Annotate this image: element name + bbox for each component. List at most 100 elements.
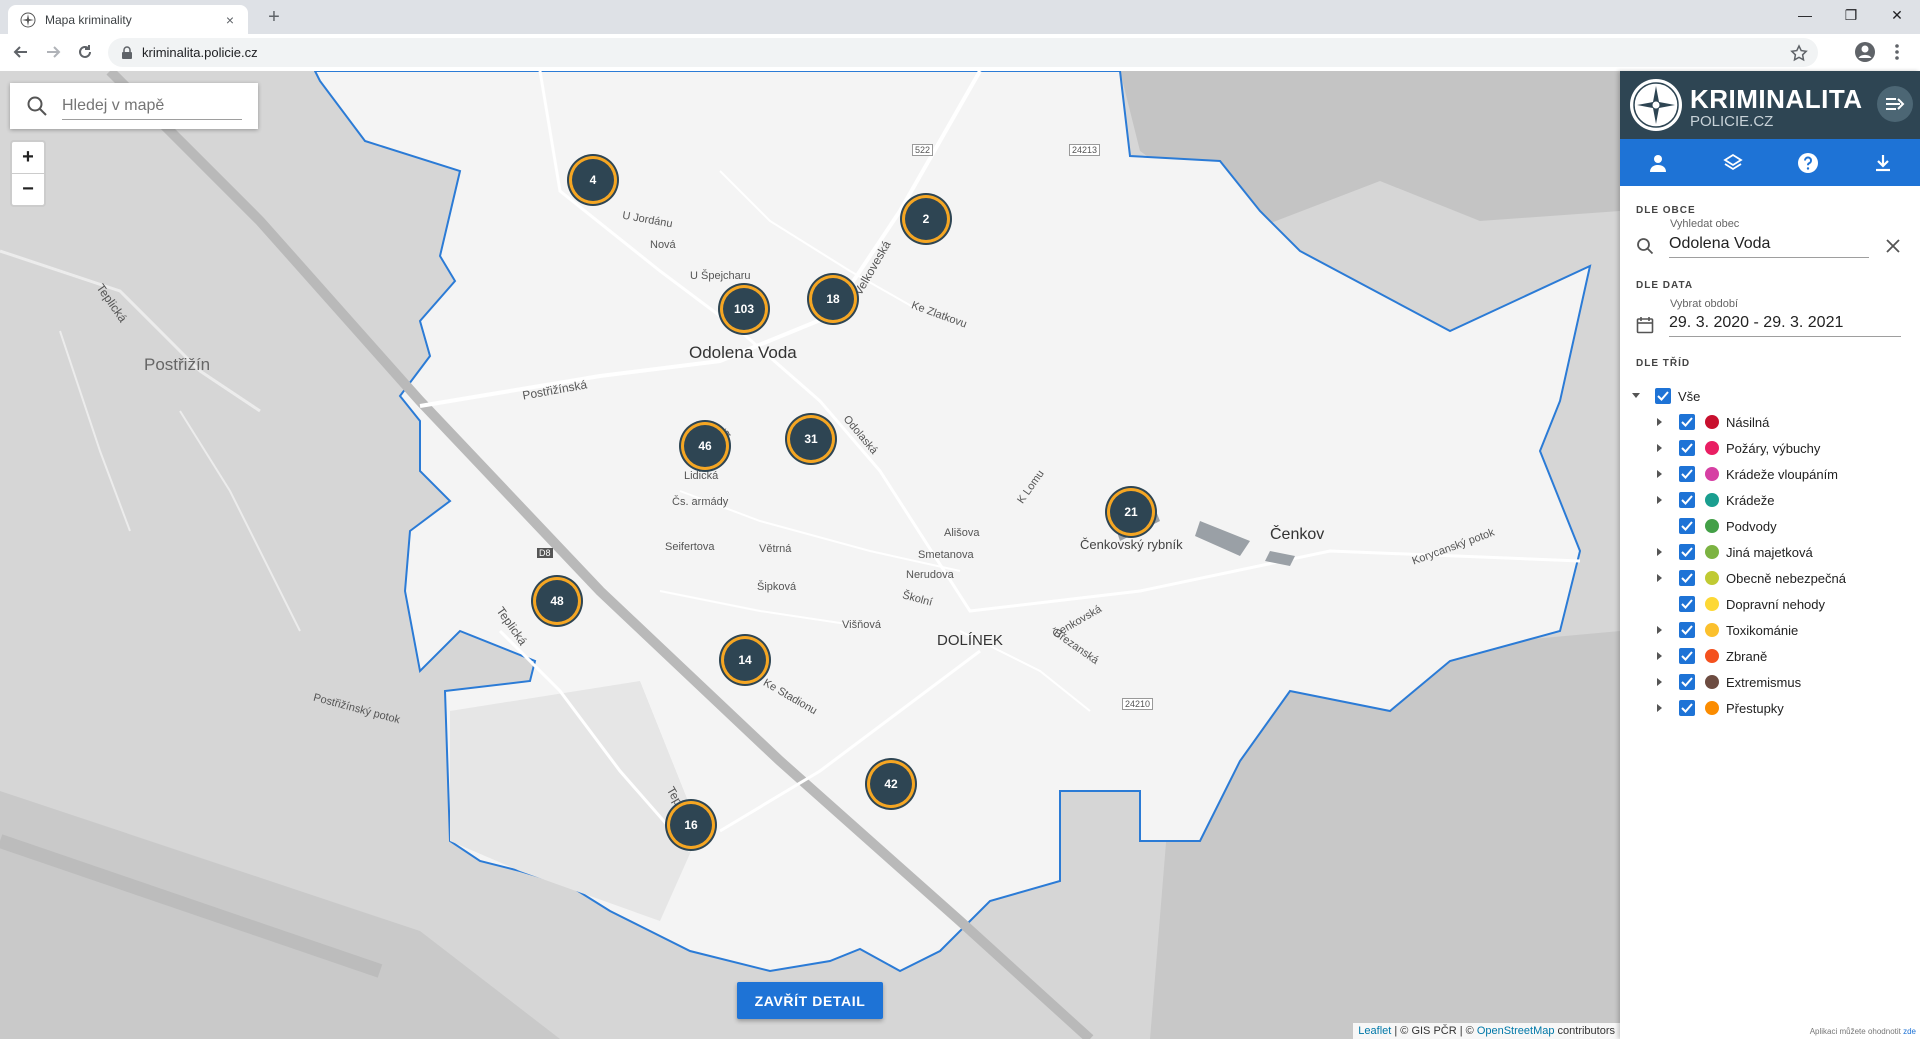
map-search-input[interactable] xyxy=(62,92,242,120)
crime-cluster[interactable]: 14 xyxy=(724,639,766,681)
crime-cluster[interactable]: 2 xyxy=(905,198,947,240)
minimize-button[interactable]: — xyxy=(1782,0,1828,30)
obec-input[interactable]: Odolena Voda xyxy=(1669,235,1869,258)
tab-layers[interactable] xyxy=(1695,139,1770,186)
caret-right-icon[interactable] xyxy=(1654,598,1666,610)
zoom-in-button[interactable]: + xyxy=(12,142,44,174)
crime-cluster[interactable]: 21 xyxy=(1110,491,1152,533)
category-row[interactable]: Toxikománie xyxy=(1630,617,1920,643)
caret-right-icon[interactable] xyxy=(1654,702,1666,714)
rating-link[interactable]: zde xyxy=(1903,1027,1916,1036)
category-row[interactable]: Požáry, výbuchy xyxy=(1630,435,1920,461)
osm-link[interactable]: OpenStreetMap xyxy=(1477,1025,1555,1037)
category-checkbox[interactable] xyxy=(1679,414,1695,430)
check-icon xyxy=(1681,703,1693,713)
crime-cluster[interactable]: 48 xyxy=(536,580,578,622)
map-attribution: Leaflet | © GIS PČR | © OpenStreetMap co… xyxy=(1353,1023,1620,1039)
calendar-icon xyxy=(1636,317,1654,334)
category-all[interactable]: Vše xyxy=(1630,383,1920,409)
crime-cluster[interactable]: 46 xyxy=(684,425,726,467)
category-label: Jiná majetková xyxy=(1726,544,1813,560)
category-row[interactable]: Extremismus xyxy=(1630,669,1920,695)
crime-cluster[interactable]: 18 xyxy=(812,278,854,320)
crime-cluster[interactable]: 103 xyxy=(723,288,765,330)
tab-title: Mapa kriminality xyxy=(45,12,132,27)
category-row[interactable]: Krádeže xyxy=(1630,487,1920,513)
menu-button[interactable] xyxy=(1884,39,1910,65)
category-tree: Vše Násilná Požáry, výbuchy Krádeže vloupá… xyxy=(1630,383,1920,721)
crime-cluster[interactable]: 42 xyxy=(870,763,912,805)
category-row[interactable]: Dopravní nehody xyxy=(1630,591,1920,617)
crime-cluster[interactable]: 31 xyxy=(790,418,832,460)
leaflet-link[interactable]: Leaflet xyxy=(1358,1025,1391,1037)
category-row[interactable]: Obecně nebezpečná xyxy=(1630,565,1920,591)
caret-right-icon[interactable] xyxy=(1654,624,1666,636)
category-row[interactable]: Podvody xyxy=(1630,513,1920,539)
reload-button[interactable] xyxy=(72,39,98,65)
caret-right-icon[interactable] xyxy=(1654,546,1666,558)
check-icon xyxy=(1681,469,1693,479)
close-detail-button[interactable]: ZAVŘÍT DETAIL xyxy=(737,982,883,1019)
bookmark-star-icon[interactable] xyxy=(1790,43,1808,62)
caret-right-icon[interactable] xyxy=(1654,468,1666,480)
browser-tab[interactable]: Mapa kriminality × xyxy=(8,5,248,34)
category-row[interactable]: Násilná xyxy=(1630,409,1920,435)
check-icon xyxy=(1681,495,1693,505)
category-checkbox[interactable] xyxy=(1679,518,1695,534)
close-window-button[interactable]: ✕ xyxy=(1874,0,1920,30)
category-row[interactable]: Krádeže vloupáním xyxy=(1630,461,1920,487)
caret-right-icon[interactable] xyxy=(1654,494,1666,506)
zoom-out-button[interactable]: − xyxy=(12,174,44,205)
crime-map[interactable]: Odolena Voda Postřižín DOLÍNEK Čenkov Če… xyxy=(0,71,1620,1039)
caret-right-icon[interactable] xyxy=(1654,676,1666,688)
tab-user[interactable] xyxy=(1620,139,1695,186)
category-row[interactable]: Jiná majetková xyxy=(1630,539,1920,565)
road-shield-24213: 24213 xyxy=(1069,144,1101,156)
attribution-contrib: contributors xyxy=(1554,1025,1615,1037)
browser-toolbar: kriminalita.policie.cz xyxy=(0,34,1920,72)
crime-cluster[interactable]: 16 xyxy=(670,804,712,846)
category-label: Podvody xyxy=(1726,518,1777,534)
clear-obec-icon[interactable] xyxy=(1886,239,1900,253)
crime-cluster[interactable]: 4 xyxy=(572,159,614,201)
attribution-text: | © GIS PČR | © xyxy=(1391,1025,1477,1037)
new-tab-button[interactable]: + xyxy=(260,6,288,28)
category-checkbox[interactable] xyxy=(1679,674,1695,690)
category-checkbox[interactable] xyxy=(1679,466,1695,482)
category-checkbox[interactable] xyxy=(1679,544,1695,560)
category-checkbox[interactable] xyxy=(1679,700,1695,716)
section-label-data: DLE DATA xyxy=(1636,280,1694,291)
tab-help[interactable] xyxy=(1770,139,1845,186)
caret-right-icon[interactable] xyxy=(1654,572,1666,584)
profile-button[interactable] xyxy=(1852,39,1878,65)
caret-right-icon[interactable] xyxy=(1654,650,1666,662)
address-bar[interactable]: kriminalita.policie.cz xyxy=(108,38,1818,67)
category-row[interactable]: Zbraně xyxy=(1630,643,1920,669)
category-checkbox[interactable] xyxy=(1679,596,1695,612)
back-button[interactable] xyxy=(8,39,34,65)
street-label-nova: Nová xyxy=(650,239,676,251)
caret-down-icon[interactable] xyxy=(1630,390,1642,402)
caret-right-icon[interactable] xyxy=(1654,416,1666,428)
category-label: Krádeže vloupáním xyxy=(1726,466,1839,482)
place-label-postrizin: Postřižín xyxy=(144,355,211,374)
close-tab-icon[interactable]: × xyxy=(222,12,238,28)
caret-right-icon[interactable] xyxy=(1654,442,1666,454)
category-checkbox[interactable] xyxy=(1679,648,1695,664)
sidebar-tabs xyxy=(1620,139,1920,186)
date-range-input[interactable]: 29. 3. 2020 - 29. 3. 2021 xyxy=(1669,314,1901,337)
category-checkbox[interactable] xyxy=(1679,492,1695,508)
checkbox-all[interactable] xyxy=(1655,388,1671,404)
category-checkbox[interactable] xyxy=(1679,570,1695,586)
category-label: Krádeže xyxy=(1726,492,1775,508)
caret-right-icon[interactable] xyxy=(1654,520,1666,532)
category-checkbox[interactable] xyxy=(1679,440,1695,456)
restore-button[interactable]: ❐ xyxy=(1828,0,1874,30)
collapse-sidebar-button[interactable] xyxy=(1877,86,1913,122)
tab-download[interactable] xyxy=(1845,139,1920,186)
category-checkbox[interactable] xyxy=(1679,622,1695,638)
forward-button[interactable] xyxy=(40,39,66,65)
category-row[interactable]: Přestupky xyxy=(1630,695,1920,721)
category-label: Dopravní nehody xyxy=(1726,596,1826,612)
tab-bar: Mapa kriminality × + — ❐ ✕ xyxy=(0,0,1920,34)
